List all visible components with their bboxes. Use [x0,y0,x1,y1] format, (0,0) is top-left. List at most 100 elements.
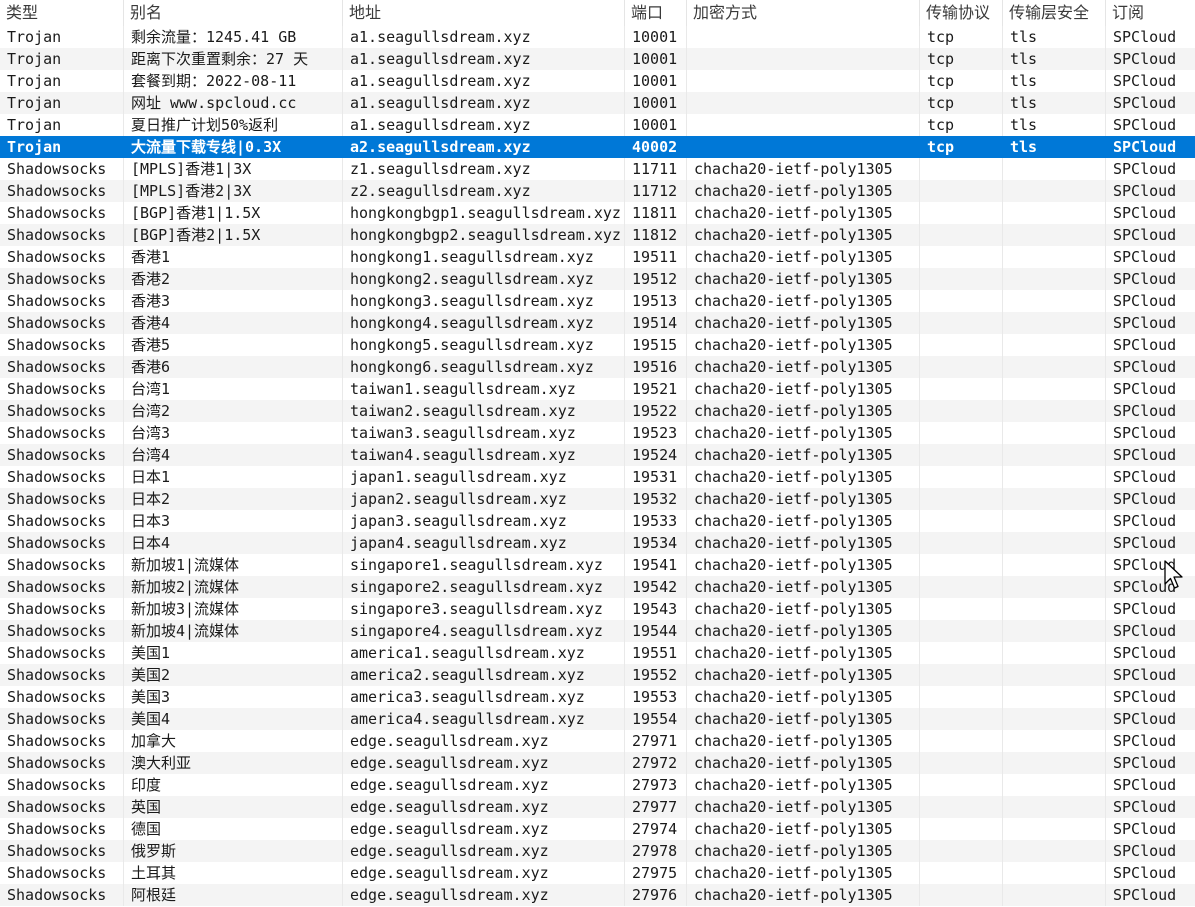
table-row[interactable]: Trojan 套餐到期：2022-08-11 a1.seagullsdream.xy… [0,70,1195,92]
cell-subscription: SPCloud [1113,798,1177,816]
cell-transport: tcp [920,26,1003,48]
cell-address: japan1.seagullsdream.xyz [343,466,625,488]
cell-alias: 香港4 [124,312,343,334]
table-row[interactable]: Shadowsocks 香港3 hongkong3.seagullsdream.xy… [0,290,1195,312]
cell-address: taiwan1.seagullsdream.xyz [343,378,625,400]
cell-tls [1003,730,1106,752]
cell-subscription: SPCloud [1113,842,1177,860]
table-row[interactable]: Shadowsocks 美国1 america1.seagullsdream.xyz… [0,642,1195,664]
column-header-alias[interactable]: 别名 [124,0,343,26]
cell-port: 19552 [625,664,687,686]
table-row[interactable]: Shadowsocks [MPLS]香港2|3X z2.seagullsdream.… [0,180,1195,202]
table-row[interactable]: Shadowsocks 新加坡2|流媒体 singapore2.seagullsdr… [0,576,1195,598]
cell-address: japan4.seagullsdream.xyz [343,532,625,554]
cell-tls [1003,664,1106,686]
cell-transport [920,334,1003,356]
cell-subscription: SPCloud [1113,94,1177,112]
table-row[interactable]: Shadowsocks [BGP]香港2|1.5X hongkongbgp2.sea… [0,224,1195,246]
column-header-transport[interactable]: 传输协议 [920,0,1003,26]
table-row-selected[interactable]: Trojan 大流量下载专线|0.3X a2.seagullsdream.xyz 40… [0,136,1195,158]
table-row[interactable]: Shadowsocks [BGP]香港1|1.5X hongkongbgp1.sea… [0,202,1195,224]
table-row[interactable]: Shadowsocks 台湾4 taiwan4.seagullsdream.xyz 1… [0,444,1195,466]
table-row[interactable]: Shadowsocks 加拿大 edge.seagullsdream.xyz 2797… [0,730,1195,752]
cell-subscription: SPCloud [1113,622,1177,640]
cell-type: Shadowsocks [0,840,124,862]
cell-transport [920,862,1003,884]
cell-subscription: SPCloud [1113,556,1177,574]
table-row[interactable]: Shadowsocks 日本3 japan3.seagullsdream.xyz 19… [0,510,1195,532]
cell-tls [1003,378,1106,400]
cell-subscription: SPCloud [1113,644,1177,662]
table-row[interactable]: Shadowsocks 日本2 japan2.seagullsdream.xyz 19… [0,488,1195,510]
cell-type: Shadowsocks [0,664,124,686]
column-header-address[interactable]: 地址 [343,0,625,26]
table-row[interactable]: Shadowsocks 澳大利亚 edge.seagullsdream.xyz 279… [0,752,1195,774]
cell-encryption [687,136,920,158]
table-row[interactable]: Shadowsocks 新加坡3|流媒体 singapore3.seagullsdr… [0,598,1195,620]
cell-port: 27973 [625,774,687,796]
table-row[interactable]: Shadowsocks 香港2 hongkong2.seagullsdream.xy… [0,268,1195,290]
column-header-encryption[interactable]: 加密方式 [687,0,920,26]
column-header-port[interactable]: 端口 [625,0,687,26]
cell-tls: tls [1003,70,1106,92]
cell-subscription: SPCloud [1113,28,1177,46]
cell-subscription: SPCloud [1113,380,1177,398]
cell-address: taiwan4.seagullsdream.xyz [343,444,625,466]
cell-port: 40002 [625,136,687,158]
table-row[interactable]: Shadowsocks 台湾3 taiwan3.seagullsdream.xyz 1… [0,422,1195,444]
cell-encryption: chacha20-ietf-poly1305 [687,180,920,202]
cell-address: taiwan2.seagullsdream.xyz [343,400,625,422]
table-row[interactable]: Shadowsocks 香港6 hongkong6.seagullsdream.xy… [0,356,1195,378]
table-row[interactable]: Shadowsocks 美国2 america2.seagullsdream.xyz… [0,664,1195,686]
server-list-view[interactable]: 类型 别名 地址 端口 加密方式 传输协议 传输层安全 订阅 Trojan 剩余流… [0,0,1195,907]
cell-transport [920,466,1003,488]
cell-transport [920,224,1003,246]
cell-tls [1003,862,1106,884]
table-row[interactable]: Shadowsocks 美国4 america4.seagullsdream.xyz… [0,708,1195,730]
table-row[interactable]: Shadowsocks 台湾2 taiwan2.seagullsdream.xyz 1… [0,400,1195,422]
table-row[interactable]: Shadowsocks 日本4 japan4.seagullsdream.xyz 19… [0,532,1195,554]
cell-address: z1.seagullsdream.xyz [343,158,625,180]
cell-address: taiwan3.seagullsdream.xyz [343,422,625,444]
table-row[interactable]: Trojan 网址 www.spcloud.cc a1.seagullsdream.… [0,92,1195,114]
column-header-subscription[interactable]: 订阅 [1106,0,1195,26]
table-row[interactable]: Shadowsocks 印度 edge.seagullsdream.xyz 27973… [0,774,1195,796]
table-row[interactable]: Shadowsocks 俄罗斯 edge.seagullsdream.xyz 2797… [0,840,1195,862]
cell-tls: tls [1003,114,1106,136]
cell-transport [920,510,1003,532]
cell-alias: [BGP]香港1|1.5X [124,202,343,224]
table-row[interactable]: Shadowsocks 美国3 america3.seagullsdream.xyz… [0,686,1195,708]
table-row[interactable]: Shadowsocks 德国 edge.seagullsdream.xyz 27974… [0,818,1195,840]
table-row[interactable]: Shadowsocks 香港4 hongkong4.seagullsdream.xy… [0,312,1195,334]
table-row[interactable]: Shadowsocks 台湾1 taiwan1.seagullsdream.xyz 1… [0,378,1195,400]
cell-address: edge.seagullsdream.xyz [343,818,625,840]
table-row[interactable]: Shadowsocks 新加坡1|流媒体 singapore1.seagullsdr… [0,554,1195,576]
column-header-tls[interactable]: 传输层安全 [1003,0,1106,26]
table-row[interactable]: Trojan 夏日推广计划50%返利 a1.seagullsdream.xyz 100… [0,114,1195,136]
table-row[interactable]: Shadowsocks 日本1 japan1.seagullsdream.xyz 19… [0,466,1195,488]
column-header-type[interactable]: 类型 [0,0,124,26]
table-row[interactable]: Shadowsocks 新加坡4|流媒体 singapore4.seagullsdr… [0,620,1195,642]
cell-transport [920,290,1003,312]
cell-alias: 台湾4 [124,444,343,466]
cell-tls [1003,686,1106,708]
table-row[interactable]: Shadowsocks 土耳其 edge.seagullsdream.xyz 2797… [0,862,1195,884]
table-row[interactable]: Shadowsocks 英国 edge.seagullsdream.xyz 27977… [0,796,1195,818]
cell-subscription: SPCloud [1113,72,1177,90]
table-row[interactable]: Trojan 距离下次重置剩余：27 天 a1.seagullsdream.xyz 1… [0,48,1195,70]
table-row[interactable]: Shadowsocks 香港1 hongkong1.seagullsdream.xy… [0,246,1195,268]
cell-type: Shadowsocks [0,818,124,840]
cell-tls [1003,554,1106,576]
table-row[interactable]: Shadowsocks [MPLS]香港1|3X z1.seagullsdream.… [0,158,1195,180]
cell-alias: 日本2 [124,488,343,510]
cell-address: america2.seagullsdream.xyz [343,664,625,686]
cell-tls [1003,334,1106,356]
cell-subscription: SPCloud [1113,776,1177,794]
cell-transport [920,268,1003,290]
table-row[interactable]: Shadowsocks 香港5 hongkong5.seagullsdream.xy… [0,334,1195,356]
table-row[interactable]: Shadowsocks 阿根廷 edge.seagullsdream.xyz 2797… [0,884,1195,906]
table-row[interactable]: Trojan 剩余流量：1245.41 GB a1.seagullsdream.xy… [0,26,1195,48]
cell-tls [1003,290,1106,312]
cell-tls: tls [1003,48,1106,70]
cell-subscription: SPCloud [1113,688,1177,706]
